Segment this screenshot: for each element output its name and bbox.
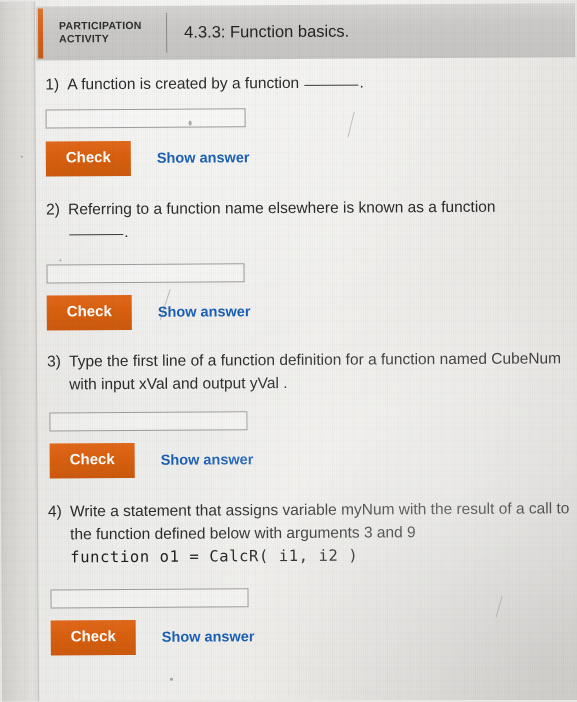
question-2-answer-input[interactable] bbox=[46, 263, 245, 284]
question-2-prompt-tail: . bbox=[124, 223, 129, 242]
participation-activity-label: PARTICIPATION ACTIVITY bbox=[58, 19, 142, 46]
question-1-number: 1) bbox=[45, 76, 60, 94]
question-2-blank bbox=[69, 234, 124, 236]
question-1-prompt: A function is created by a function . bbox=[67, 70, 575, 96]
dust-speck bbox=[169, 677, 174, 681]
question-2-controls: Check Show answer bbox=[46, 292, 577, 331]
question-1-show-answer-link[interactable]: Show answer bbox=[157, 150, 250, 167]
question-2-check-button[interactable]: Check bbox=[46, 294, 132, 331]
question-4-show-answer-link[interactable]: Show answer bbox=[162, 629, 255, 646]
question-3-prompt: Type the first line of a function defini… bbox=[69, 350, 562, 394]
question-3-show-answer-link[interactable]: Show answer bbox=[161, 452, 254, 469]
question-3-number: 3) bbox=[47, 353, 61, 371]
activity-title: 4.3.3: Function basics. bbox=[184, 22, 350, 42]
question-3: 3) Type the first line of a function def… bbox=[47, 347, 577, 479]
participation-activity-header: PARTICIPATION ACTIVITY 4.3.3: Function b… bbox=[35, 3, 576, 61]
question-2-prompt: Referring to a function name elsewhere i… bbox=[68, 198, 496, 219]
question-4-prompt: Write a statement that assigns variable … bbox=[69, 500, 570, 544]
question-3-answer-input[interactable] bbox=[49, 411, 248, 432]
question-4-number: 4) bbox=[47, 503, 62, 521]
question-1-prompt-text: A function is created by a function bbox=[67, 74, 304, 94]
question-4: 4) Write a statement that assigns variab… bbox=[47, 497, 577, 656]
header-divider bbox=[165, 12, 168, 53]
question-4-controls: Check Show answer bbox=[50, 617, 577, 656]
question-3-controls: Check Show answer bbox=[49, 440, 577, 479]
question-1-blank bbox=[304, 84, 359, 86]
question-2-prompt-line2: . bbox=[68, 218, 576, 244]
question-2-show-answer-link[interactable]: Show answer bbox=[158, 304, 251, 321]
question-1-controls: Check Show answer bbox=[45, 138, 576, 177]
question-1: 1) A function is created by a function .… bbox=[45, 70, 576, 177]
question-1-prompt-tail: . bbox=[359, 74, 364, 92]
page-left-gutter bbox=[0, 1, 40, 702]
question-4-check-button[interactable]: Check bbox=[50, 619, 136, 656]
question-4-code-snippet: function o1 = CalcR( i1, i2 ) bbox=[70, 546, 359, 567]
orange-accent-bar bbox=[37, 8, 44, 59]
question-1-check-button[interactable]: Check bbox=[45, 140, 131, 177]
question-2-number: 2) bbox=[46, 201, 60, 219]
question-4-answer-input[interactable] bbox=[50, 588, 249, 609]
question-3-check-button[interactable]: Check bbox=[49, 442, 135, 479]
question-2: 2) Referring to a function name elsewher… bbox=[46, 195, 577, 331]
question-1-answer-input[interactable] bbox=[45, 108, 246, 129]
page-surface: PARTICIPATION ACTIVITY 4.3.3: Function b… bbox=[0, 0, 577, 702]
questions-list: 1) A function is created by a function .… bbox=[45, 70, 577, 660]
